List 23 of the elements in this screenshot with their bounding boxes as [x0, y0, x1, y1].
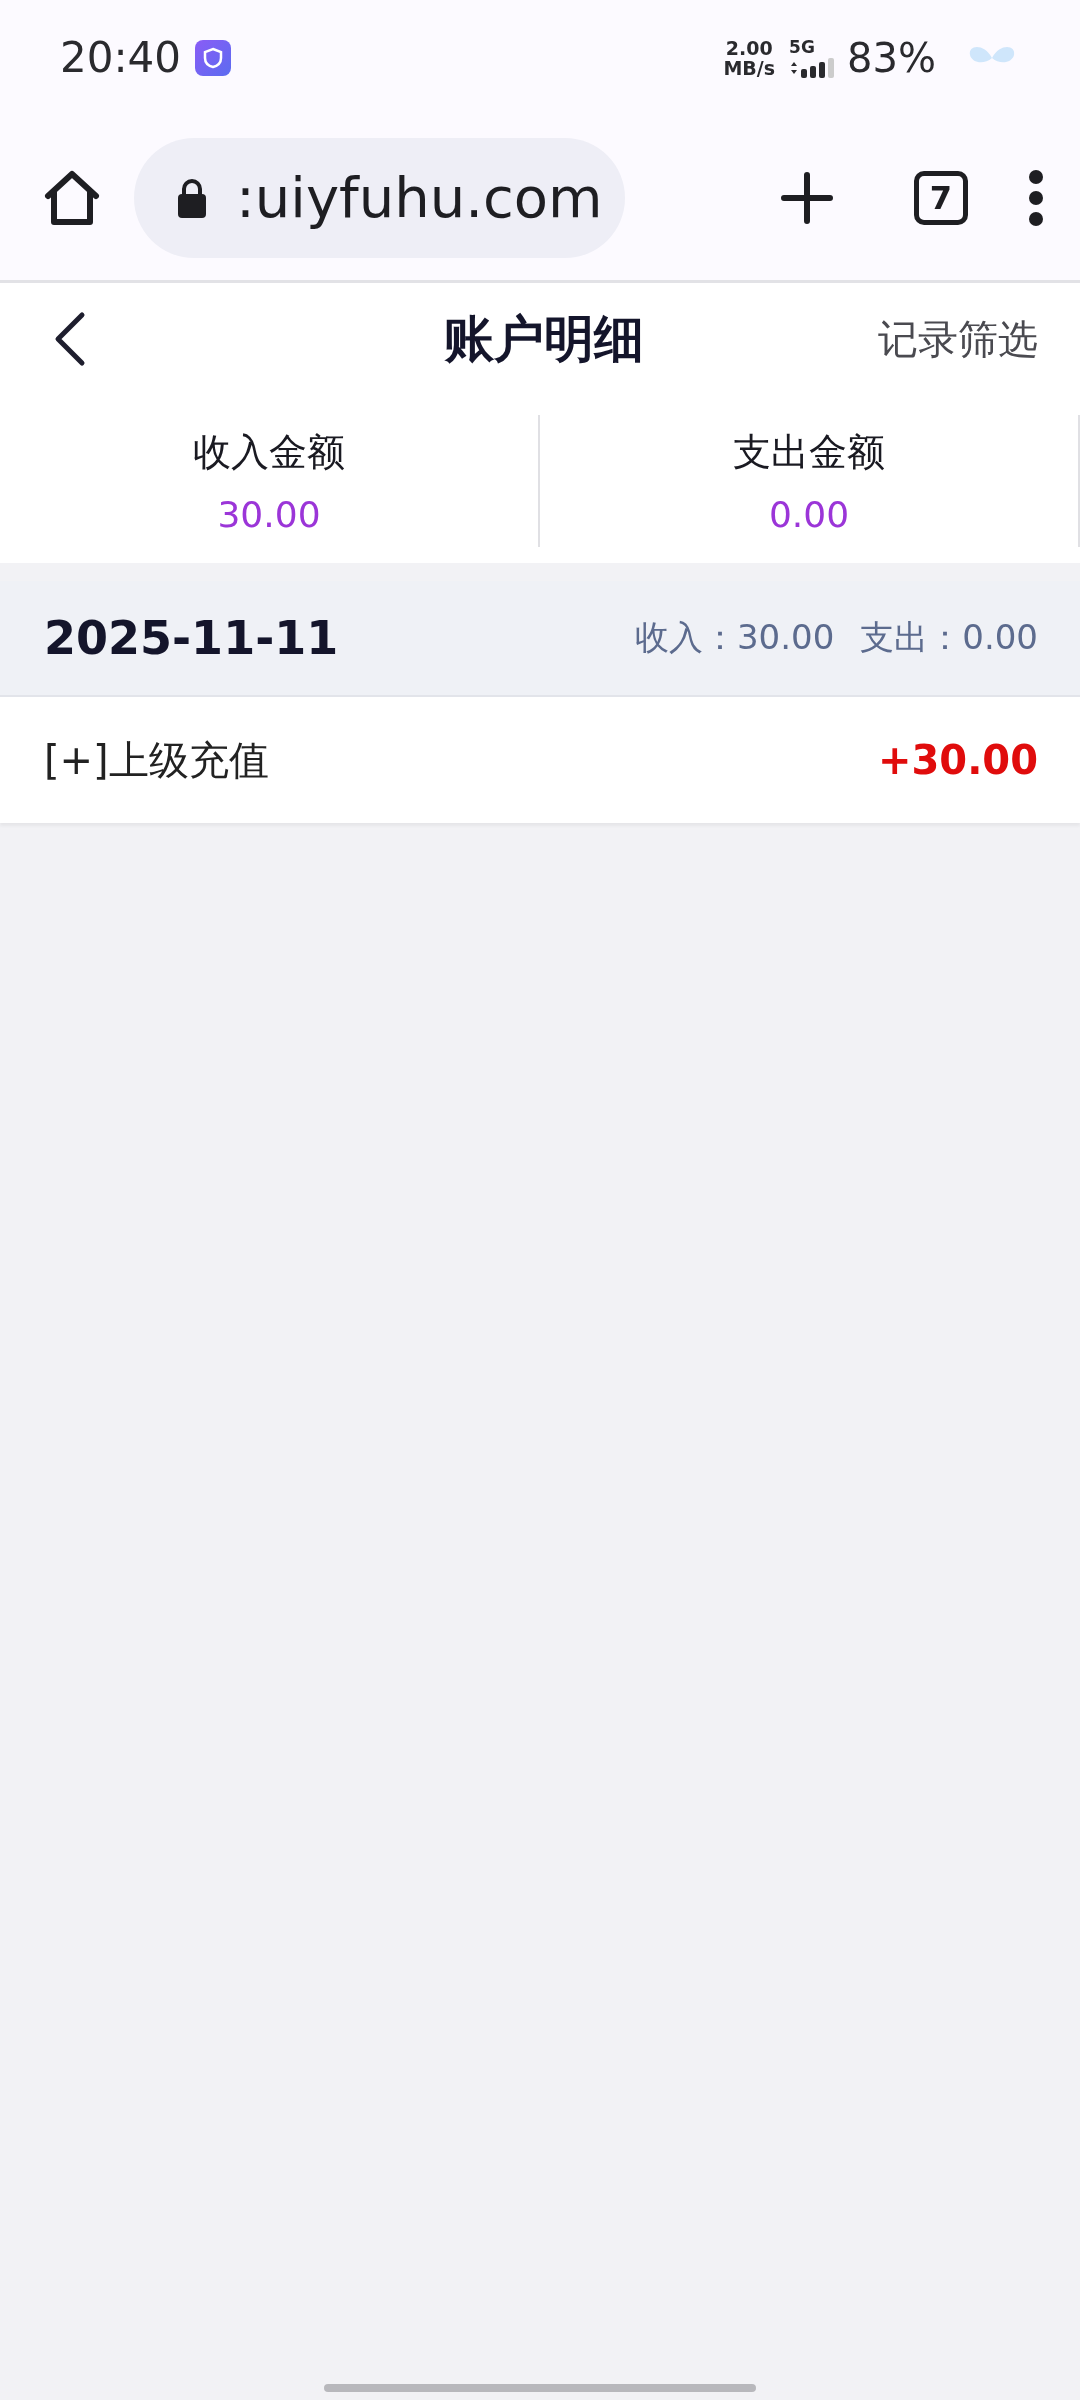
- record-amount: +30.00: [877, 737, 1038, 783]
- summary-amount: 30.00: [217, 494, 321, 535]
- new-tab-icon[interactable]: [780, 170, 834, 225]
- expense-total: 支出：0.00: [860, 616, 1038, 659]
- address-bar[interactable]: :uiyfuhu.com: [134, 137, 625, 258]
- summary-label: 支出金额: [733, 429, 885, 476]
- page-title: 账户明细: [444, 308, 644, 370]
- date: 2025-11-11: [44, 611, 340, 665]
- speed-unit: MB/s: [723, 57, 776, 78]
- filter-link[interactable]: 记录筛选: [878, 311, 1038, 367]
- shield-app-icon: [195, 39, 232, 76]
- income-total: 收入：30.00: [634, 616, 835, 659]
- clock: 20:40: [60, 33, 182, 82]
- lock-icon: [176, 176, 208, 219]
- network-type: 5G: [789, 36, 816, 57]
- more-menu-icon[interactable]: [1028, 168, 1044, 227]
- battery-level: 83%: [847, 34, 936, 81]
- record-title: [+]上级充值: [44, 735, 270, 785]
- summary-label: 收入金额: [193, 429, 345, 476]
- tab-count[interactable]: 7: [914, 170, 968, 225]
- summary-amount: 0.00: [768, 494, 850, 535]
- record-row[interactable]: [+]上级充值 +30.00: [0, 697, 1080, 823]
- network-speed: 2.00: [725, 37, 773, 58]
